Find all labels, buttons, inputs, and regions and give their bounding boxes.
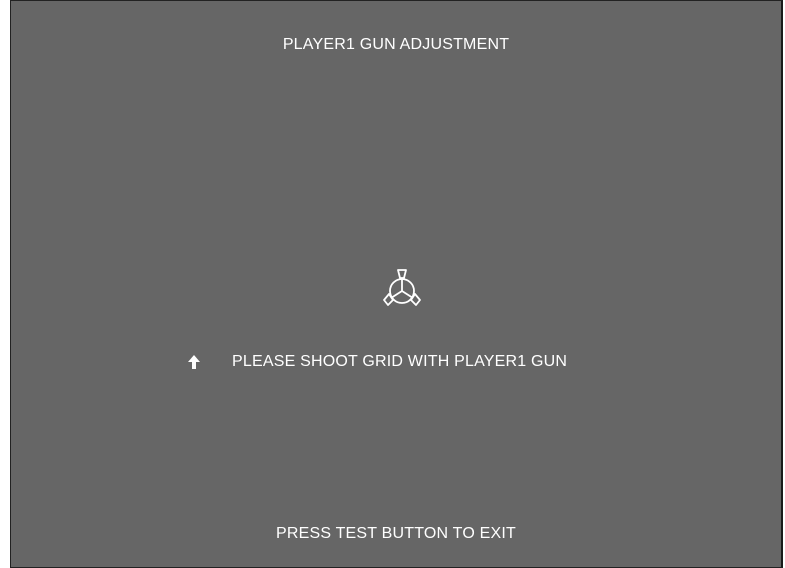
screen-title: PLAYER1 GUN ADJUSTMENT (282, 36, 510, 53)
instruction-row: PLEASE SHOOT GRID WITH PLAYER1 GUN (11, 352, 781, 374)
gun-adjustment-screen: PLAYER1 GUN ADJUSTMENT PLEASE SHOOT GRID… (10, 0, 783, 568)
instruction-text: PLEASE SHOOT GRID WITH PLAYER1 GUN (232, 353, 568, 370)
crosshair-target-icon[interactable] (380, 268, 424, 310)
up-arrow-icon (187, 354, 201, 370)
exit-instruction: PRESS TEST BUTTON TO EXIT (275, 525, 517, 542)
